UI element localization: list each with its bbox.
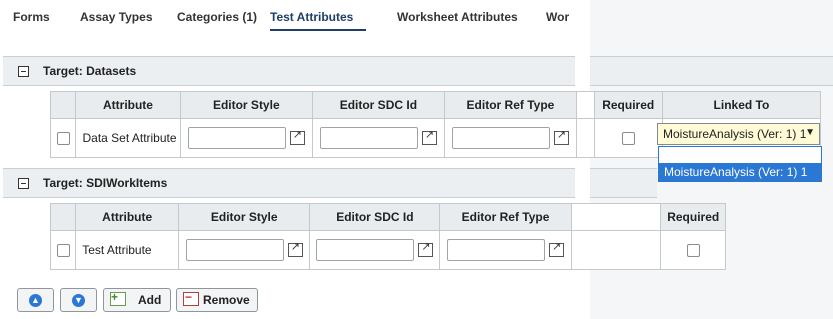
- active-tab-indicator: [270, 29, 366, 31]
- external-link-icon[interactable]: [549, 240, 565, 257]
- tab-assay-types[interactable]: Assay Types: [80, 10, 153, 24]
- move-up-button[interactable]: ▲: [17, 288, 54, 312]
- tab-forms[interactable]: Forms: [13, 10, 50, 24]
- column-header-editor-style: Editor Style: [178, 203, 311, 231]
- column-gap: [576, 91, 595, 119]
- editor-style-input[interactable]: [187, 127, 286, 149]
- section-sdiworkitems-header-right: [590, 168, 657, 198]
- external-link-icon[interactable]: [289, 128, 305, 145]
- section-sdiworkitems-header: Target: SDIWorkItems: [3, 168, 575, 198]
- chevron-down-icon: ▼: [805, 127, 815, 138]
- arrow-down-icon: ▼: [72, 294, 85, 307]
- external-link-icon[interactable]: [418, 240, 434, 257]
- column-header-attribute: Attribute: [75, 91, 181, 119]
- column-header-editor-style: Editor Style: [179, 91, 314, 119]
- section-datasets-header: Target: Datasets: [3, 56, 575, 86]
- attribute-cell: Test Attribute: [75, 230, 180, 270]
- column-header-gap: [570, 203, 662, 231]
- add-button[interactable]: + Add: [103, 288, 171, 312]
- column-header-linked-to: Linked To: [661, 91, 822, 119]
- row-checkbox[interactable]: [56, 132, 70, 146]
- external-link-icon[interactable]: [421, 128, 437, 145]
- column-header-editor-ref-type: Editor Ref Type: [443, 91, 578, 119]
- column-header-required: Required: [593, 91, 663, 119]
- section-datasets-header-right: [590, 56, 833, 86]
- tab-more[interactable]: Wor: [546, 10, 569, 24]
- column-header-editor-ref-type: Editor Ref Type: [439, 203, 572, 231]
- editor-sdc-id-input[interactable]: [319, 127, 418, 149]
- column-header-required: Required: [660, 203, 726, 231]
- editor-sdc-id-input[interactable]: [316, 239, 415, 261]
- select-column-header: [49, 91, 77, 119]
- collapse-icon[interactable]: [18, 178, 29, 189]
- editor-ref-type-input[interactable]: [451, 127, 550, 149]
- row-checkbox[interactable]: [56, 244, 70, 258]
- linked-to-select[interactable]: MoistureAnalysis (Ver: 1) 1 ▼: [657, 123, 820, 145]
- tab-bar: Forms Assay Types Categories (1) Test At…: [0, 0, 575, 36]
- section-title: Target: Datasets: [43, 64, 137, 78]
- remove-button[interactable]: − Remove: [176, 288, 258, 312]
- add-button-label: Add: [138, 293, 162, 307]
- column-header-editor-sdc-id: Editor SDC Id: [309, 203, 441, 231]
- sdiworkitems-table: Attribute Editor Style Editor SDC Id Edi…: [49, 203, 726, 270]
- editor-style-input[interactable]: [185, 239, 284, 261]
- tab-categories[interactable]: Categories (1): [177, 10, 257, 24]
- arrow-up-icon: ▲: [29, 294, 42, 307]
- remove-button-label: Remove: [203, 293, 250, 307]
- select-column-header: [49, 203, 77, 231]
- editor-ref-type-input[interactable]: [447, 239, 546, 261]
- table-row: Test Attribute: [49, 230, 726, 270]
- column-header-editor-sdc-id: Editor SDC Id: [312, 91, 445, 119]
- required-checkbox[interactable]: [686, 244, 700, 258]
- move-down-button[interactable]: ▼: [60, 288, 97, 312]
- linked-to-dropdown: MoistureAnalysis (Ver: 1) 1: [658, 146, 822, 182]
- dropdown-option[interactable]: MoistureAnalysis (Ver: 1) 1: [659, 163, 821, 181]
- tab-test-attributes[interactable]: Test Attributes: [270, 10, 353, 24]
- section-title: Target: SDIWorkItems: [43, 176, 168, 190]
- select-value: MoistureAnalysis (Ver: 1) 1: [663, 127, 807, 141]
- external-link-icon[interactable]: [287, 240, 303, 257]
- column-header-attribute: Attribute: [75, 203, 180, 231]
- required-checkbox[interactable]: [621, 132, 635, 146]
- attribute-cell: Data Set Attribute: [75, 118, 181, 158]
- collapse-icon[interactable]: [18, 66, 29, 77]
- external-link-icon[interactable]: [553, 128, 569, 145]
- tab-worksheet-attributes[interactable]: Worksheet Attributes: [397, 10, 518, 24]
